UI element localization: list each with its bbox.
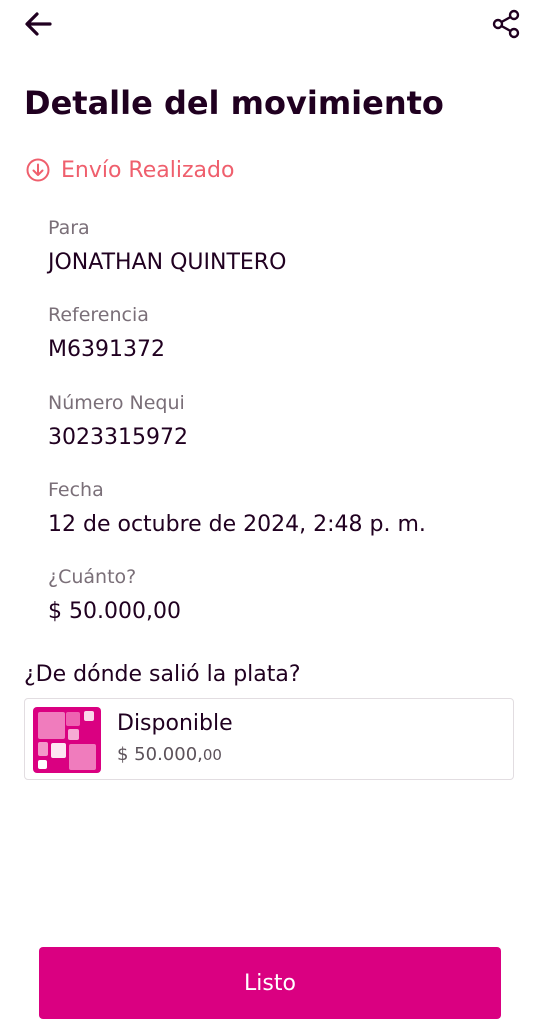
detail-label: Fecha [48, 479, 104, 501]
detail-label: ¿Cuánto? [48, 566, 137, 588]
detail-amount: ¿Cuánto? $ 50.000,00 [48, 563, 518, 629]
pocket-name: Disponible [117, 711, 233, 736]
status-label: Envío Realizado [61, 157, 235, 183]
detail-value: M6391372 [48, 337, 165, 362]
back-button[interactable] [20, 6, 56, 42]
pocket-balance: $ 50.000,00 [117, 744, 222, 765]
source-pocket-card[interactable]: Disponible $ 50.000,00 [24, 698, 514, 780]
detail-value: $ 50.000,00 [48, 599, 181, 624]
nequi-pocket-icon [33, 707, 101, 773]
page-title: Detalle del movimiento [24, 84, 444, 122]
arrow-down-circle-icon [26, 158, 50, 182]
share-button[interactable] [488, 6, 524, 42]
pocket-balance-cents: 00 [202, 746, 222, 764]
detail-label: Número Nequi [48, 392, 185, 414]
detail-label: Referencia [48, 304, 149, 326]
pocket-balance-main: $ 50.000, [117, 744, 203, 765]
share-icon [492, 9, 520, 39]
detail-date: Fecha 12 de octubre de 2024, 2:48 p. m. [48, 476, 518, 542]
detail-value: 3023315972 [48, 425, 188, 450]
done-button[interactable]: Listo [39, 947, 501, 1019]
detail-phone-number: Número Nequi 3023315972 [48, 389, 518, 455]
detail-label: Para [48, 217, 90, 239]
detail-value: 12 de octubre de 2024, 2:48 p. m. [48, 512, 426, 537]
detail-recipient: Para JONATHAN QUINTERO [48, 214, 518, 280]
arrow-left-icon [25, 12, 52, 36]
detail-value: JONATHAN QUINTERO [48, 250, 287, 275]
source-question: ¿De dónde salió la plata? [24, 662, 301, 687]
top-bar [0, 0, 540, 48]
transaction-status: Envío Realizado [26, 155, 234, 185]
detail-reference: Referencia M6391372 [48, 301, 518, 367]
